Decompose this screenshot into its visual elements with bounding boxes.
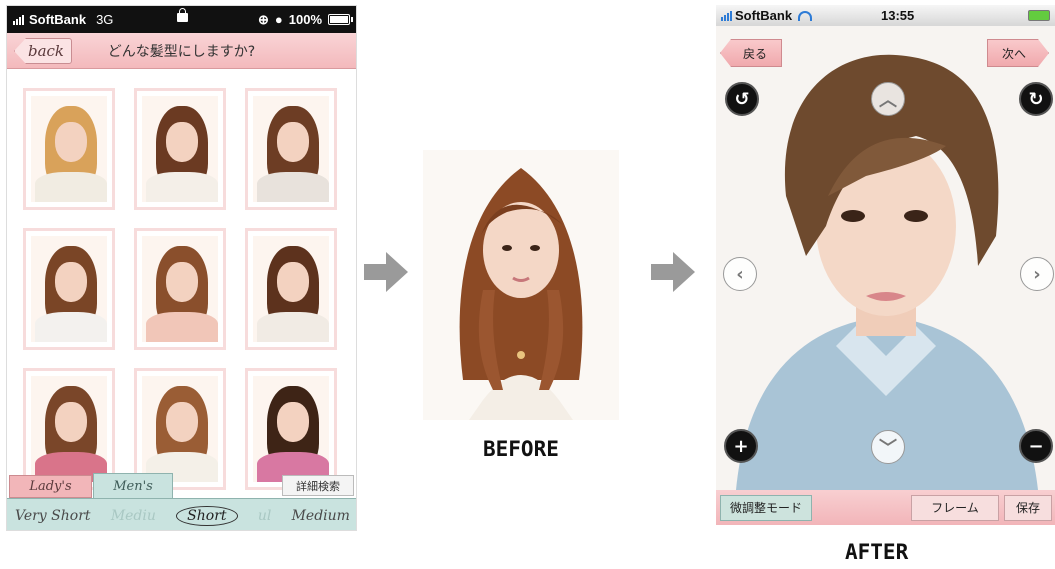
hairstyle-thumbnail[interactable]	[23, 88, 115, 210]
move-up-icon[interactable]: ︿	[871, 82, 905, 116]
model-photo	[142, 376, 218, 482]
fine-tune-mode-button[interactable]: 微調整モード	[720, 494, 812, 521]
hairstyle-thumbnail[interactable]	[134, 368, 226, 490]
length-medium[interactable]: Medium	[292, 508, 350, 524]
arrow-right-icon	[651, 252, 697, 292]
alarm-icon: ●	[274, 12, 283, 27]
page-title: どんな髪型にしますか?	[107, 43, 256, 60]
arrow-right-icon	[364, 252, 410, 292]
hairstyle-thumbnail[interactable]	[23, 368, 115, 490]
bottom-toolbar: 微調整モード フレーム 保存	[716, 490, 1055, 525]
model-photo	[253, 376, 329, 482]
preview-screen: SoftBank 13:55 戻る 次へ ↺ ↻ ︿ ‹ › ﹀ + − 微調整…	[716, 5, 1055, 525]
before-portrait	[423, 150, 619, 420]
before-photo	[423, 150, 619, 420]
zoom-out-icon[interactable]: −	[1019, 429, 1053, 463]
rotate-right-icon[interactable]: ↻	[1019, 82, 1053, 116]
model-photo	[142, 96, 218, 202]
move-right-icon[interactable]: ›	[1020, 257, 1054, 291]
network-type: 3G	[96, 12, 114, 27]
battery-percent: 100%	[288, 12, 322, 27]
signal-icon	[13, 14, 24, 25]
model-photo	[31, 96, 107, 202]
carrier-name: SoftBank	[29, 12, 87, 27]
model-photo	[31, 236, 107, 342]
battery-icon	[328, 14, 353, 25]
category-tabs: Lady's Men's 詳細検索	[7, 473, 356, 498]
tab-ladys[interactable]: Lady's	[9, 475, 92, 498]
before-label: BEFORE	[483, 437, 559, 461]
frame-button[interactable]: フレーム	[911, 494, 999, 521]
length-ghost-right: ul	[257, 507, 272, 524]
orientation-lock-icon: ⊕	[257, 11, 269, 27]
carrier-name: SoftBank	[735, 8, 793, 23]
lock-icon	[177, 8, 188, 22]
advanced-search-button[interactable]: 詳細検索	[282, 475, 354, 496]
rotate-left-icon[interactable]: ↺	[725, 82, 759, 116]
wifi-icon	[798, 10, 813, 21]
model-photo	[31, 376, 107, 482]
move-left-icon[interactable]: ‹	[723, 257, 757, 291]
back-button[interactable]: 戻る	[720, 39, 782, 67]
zoom-in-icon[interactable]: +	[724, 429, 758, 463]
model-photo	[253, 236, 329, 342]
after-label: AFTER	[845, 540, 909, 564]
signal-icon	[721, 10, 732, 21]
tab-mens[interactable]: Men's	[93, 473, 173, 498]
battery-icon	[1028, 10, 1050, 21]
status-bar: SoftBank 13:55	[716, 5, 1055, 26]
style-selection-screen: SoftBank 3G ⊕ ● 100% back どんな髪型にしますか? La…	[6, 5, 357, 531]
model-photo	[142, 236, 218, 342]
hairstyle-thumbnail[interactable]	[245, 228, 337, 350]
hairstyle-thumbnail[interactable]	[134, 88, 226, 210]
clock: 13:55	[881, 8, 915, 23]
save-button[interactable]: 保存	[1004, 494, 1052, 521]
status-bar: SoftBank 3G ⊕ ● 100%	[7, 6, 356, 33]
hairstyle-thumbnail[interactable]	[134, 228, 226, 350]
length-very-short[interactable]: Very Short	[15, 508, 91, 524]
model-photo	[253, 96, 329, 202]
hairstyle-thumbnail[interactable]	[245, 368, 337, 490]
length-short[interactable]: Short	[176, 505, 238, 526]
comparison-stage: SoftBank 3G ⊕ ● 100% back どんな髪型にしますか? La…	[0, 0, 1055, 569]
next-button[interactable]: 次へ	[987, 39, 1049, 67]
preview-canvas[interactable]: 戻る 次へ ↺ ↻ ︿ ‹ › ﹀ + −	[716, 26, 1055, 490]
nav-bar: back どんな髪型にしますか?	[7, 33, 356, 69]
length-selector: Very Short Mediu Short ul Medium	[7, 498, 356, 530]
back-button[interactable]: back	[14, 38, 72, 64]
hairstyle-thumbnail[interactable]	[23, 228, 115, 350]
length-ghost-left: Mediu	[110, 507, 156, 524]
move-down-icon[interactable]: ﹀	[871, 430, 905, 464]
hairstyle-thumbnail[interactable]	[245, 88, 337, 210]
